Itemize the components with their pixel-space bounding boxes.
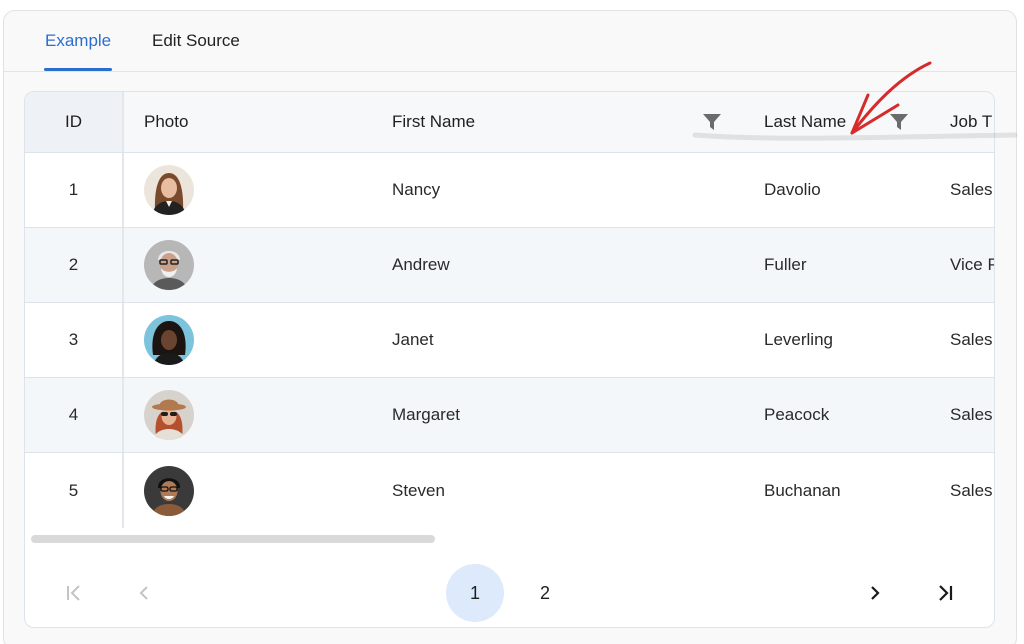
cell-job-title: Sales: [950, 405, 993, 424]
photo-cell: [144, 303, 194, 377]
active-tab-indicator: [44, 68, 112, 71]
first-page-button[interactable]: [45, 564, 103, 622]
cell-first-name: Margaret: [392, 405, 461, 424]
cell-last-name: Buchanan: [764, 480, 841, 500]
header-photo[interactable]: Photo: [144, 92, 188, 152]
cell-first-name: Steven: [392, 480, 445, 500]
avatar: [144, 240, 194, 290]
cell-first-name: Janet: [392, 330, 434, 349]
last-page-icon: [939, 585, 953, 601]
page-button-2[interactable]: 2: [516, 564, 574, 622]
cell-job-title: Vice P: [950, 255, 995, 274]
chevron-left-icon: [139, 586, 148, 600]
photo-cell: [144, 228, 194, 302]
tab-bar: Example Edit Source: [4, 11, 1016, 72]
cell-first-name: Andrew: [392, 255, 450, 274]
photo-cell: [144, 378, 194, 452]
first-page-icon: [67, 585, 80, 601]
cell-id: 1: [25, 153, 124, 227]
photo-cell: [144, 453, 194, 528]
header-first-name[interactable]: First Name: [392, 92, 475, 152]
filter-icon[interactable]: [889, 112, 909, 132]
header-last-name[interactable]: Last Name: [764, 92, 846, 152]
header-job-title[interactable]: Job T: [950, 92, 992, 152]
chevron-right-icon: [871, 586, 880, 600]
cell-id: 3: [25, 303, 124, 377]
cell-last-name: Peacock: [764, 405, 830, 424]
photo-cell: [144, 153, 194, 227]
next-page-button[interactable]: [846, 564, 904, 622]
avatar: [144, 315, 194, 365]
header-id[interactable]: ID: [25, 92, 124, 152]
grid-header: ID Photo First Name Last Name Job T: [25, 92, 994, 153]
cell-first-name: Nancy: [392, 180, 441, 199]
filter-icon[interactable]: [702, 112, 722, 132]
table-row[interactable]: 3 Janet Leverling Sales: [25, 303, 994, 378]
previous-page-button[interactable]: [115, 564, 173, 622]
table-row[interactable]: 5 Steven Buchanan Sales: [25, 453, 994, 528]
tab-example[interactable]: Example: [45, 31, 111, 51]
horizontal-scrollbar[interactable]: [31, 535, 435, 543]
table-row[interactable]: 2 Andrew Fuller Vice P: [25, 228, 994, 303]
table-row[interactable]: 4 Margaret Peacock Sales: [25, 378, 994, 453]
cell-last-name: Fuller: [764, 255, 807, 274]
avatar: [144, 465, 194, 516]
cell-id: 2: [25, 228, 124, 302]
cell-job-title: Sales: [950, 330, 993, 349]
cell-job-title: Sales: [950, 180, 993, 199]
tab-edit-source[interactable]: Edit Source: [152, 31, 240, 51]
cell-id: 4: [25, 378, 124, 452]
last-page-button[interactable]: [916, 564, 974, 622]
page-button-1[interactable]: 1: [446, 564, 504, 622]
cell-last-name: Davolio: [764, 180, 821, 199]
data-grid: ID Photo First Name Last Name Job T 1 Na…: [24, 91, 995, 628]
cell-last-name: Leverling: [764, 330, 833, 349]
cell-job-title: Sales: [950, 480, 993, 500]
avatar: [144, 390, 194, 440]
pager: 1 2: [25, 557, 994, 627]
table-row[interactable]: 1 Nancy Davolio Sales: [25, 153, 994, 228]
avatar: [144, 165, 194, 215]
cell-id: 5: [25, 453, 124, 528]
